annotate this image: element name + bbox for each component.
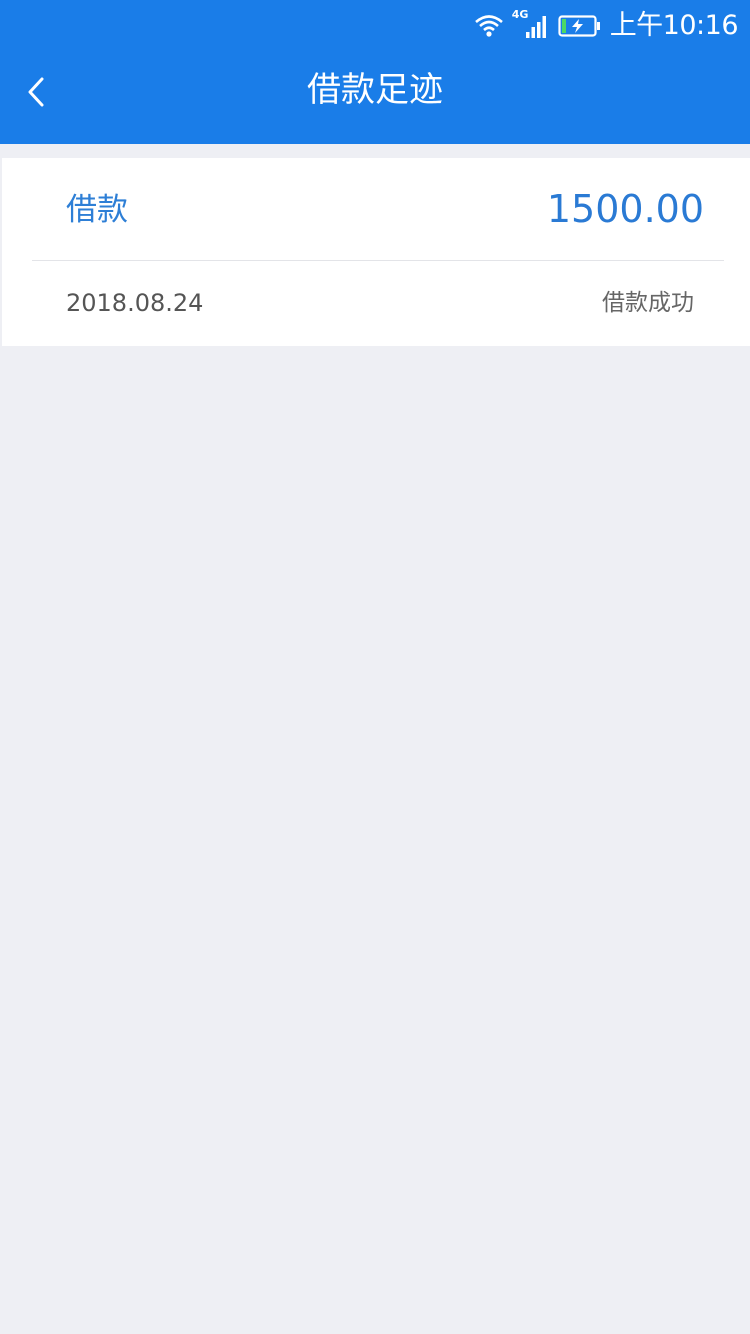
loan-amount: 1500.00 [546,187,704,231]
chevron-left-icon [24,76,48,108]
cellular-signal-icon: 4G [512,9,550,41]
status-icons: 4G 上午10:16 [474,8,739,44]
loan-summary-row: 借款 1500.00 [2,158,750,260]
loan-type-label: 借款 [66,192,128,228]
wifi-icon [474,13,504,39]
battery-charging-icon [558,14,602,38]
page-title: 借款足迹 [307,70,443,110]
loan-detail-row: 2018.08.24 借款成功 [2,261,750,346]
back-button[interactable] [8,64,64,120]
loan-record-card[interactable]: 借款 1500.00 2018.08.24 借款成功 [2,158,750,346]
app-header: 4G 上午10:16 借款足迹 [0,0,750,144]
loan-date: 2018.08.24 [66,289,204,317]
loan-status: 借款成功 [602,290,694,316]
status-bar: 4G 上午10:16 [0,0,750,52]
status-time: 上午10:16 [609,10,739,41]
nav-bar: 借款足迹 [0,52,750,144]
